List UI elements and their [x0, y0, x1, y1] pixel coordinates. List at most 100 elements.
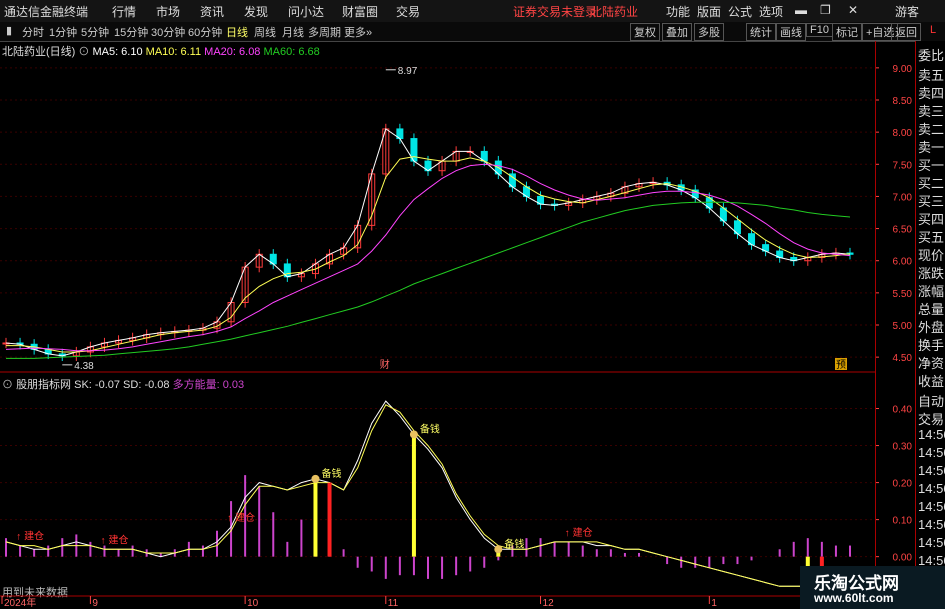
- candle-up: [621, 186, 629, 194]
- draw-line-button[interactable]: 画线: [776, 23, 806, 41]
- candle-up: [649, 181, 657, 185]
- sidebar-item-auto[interactable]: 自动: [918, 391, 944, 410]
- period-tab-more[interactable]: 更多»: [344, 24, 372, 40]
- sidebar-item-turnover[interactable]: 换手: [918, 335, 944, 354]
- candle-down: [410, 138, 418, 162]
- sidebar-item-netasset[interactable]: 净资: [918, 353, 944, 372]
- sidebar-item-trades[interactable]: 交易: [918, 409, 944, 428]
- watermark-url: www.60lt.com: [814, 591, 894, 605]
- period-tab-daily[interactable]: 日线: [226, 24, 248, 40]
- sub-tick-label: 0.20: [893, 479, 913, 490]
- tick-time-2: 14:56: [918, 445, 945, 460]
- f10-button[interactable]: F10: [806, 23, 833, 37]
- menu-item-discover[interactable]: 发现: [244, 3, 268, 20]
- sidebar-item-bid5[interactable]: 买五: [918, 227, 944, 246]
- toolbar-menu-icon[interactable]: ▮: [6, 24, 12, 37]
- overlay-button[interactable]: 叠加: [662, 23, 692, 41]
- period-tab-30min[interactable]: 30分钟: [151, 24, 185, 40]
- low-price-label: 4.38: [74, 361, 94, 372]
- menu-item-wealth[interactable]: 财富圈: [342, 3, 378, 20]
- menu-item-ask[interactable]: 问小达: [288, 3, 324, 20]
- candle-up: [804, 257, 812, 262]
- menu-item-options[interactable]: 选项: [759, 3, 783, 20]
- period-tab-monthly[interactable]: 月线: [282, 24, 304, 40]
- stock-title[interactable]: 北陆药业(日线): [2, 46, 75, 58]
- period-tab-weekly[interactable]: 周线: [254, 24, 276, 40]
- sidebar-item-bid3[interactable]: 买三: [918, 191, 944, 210]
- sidebar-item-ratio[interactable]: 委比: [918, 45, 944, 64]
- menu-bar: 通达信金融终端 行情 市场 资讯 发现 问小达 财富圈 交易 证券交易未登录 北…: [0, 0, 945, 23]
- price-tick-label: 4.50: [893, 353, 913, 364]
- candle-down: [44, 348, 52, 355]
- restore-icon[interactable]: ❐: [820, 3, 831, 17]
- sd-label: SD: -0.08: [123, 379, 170, 391]
- sidebar-item-bid4[interactable]: 买四: [918, 209, 944, 228]
- period-tab-15min[interactable]: 15分钟: [114, 24, 148, 40]
- sidebar-item-ask1[interactable]: 卖一: [918, 137, 944, 156]
- sidebar-item-outer[interactable]: 外盘: [918, 317, 944, 336]
- main-chart: 8.97 4.38 财 预: [0, 66, 875, 372]
- close-icon[interactable]: ✕: [848, 3, 858, 17]
- sub-tick-label: 0.00: [893, 553, 913, 564]
- candle-up: [297, 273, 305, 278]
- menu-item-functions[interactable]: 功能: [666, 3, 690, 20]
- buy-tag-text: 建仓: [573, 526, 593, 539]
- sidebar-item-pct[interactable]: 涨幅: [918, 281, 944, 300]
- period-tab-multi[interactable]: 多周期: [308, 24, 341, 40]
- price-tick-label: 8.50: [893, 96, 913, 107]
- sidebar-item-ask2[interactable]: 卖二: [918, 119, 944, 138]
- sidebar-item-change[interactable]: 涨跌: [918, 263, 944, 282]
- sidebar-item-bid1[interactable]: 买一: [918, 155, 944, 174]
- candle-up: [438, 160, 446, 172]
- settings-circle-icon[interactable]: ⊙: [78, 46, 89, 58]
- statistics-button[interactable]: 统计: [746, 23, 776, 41]
- candle-down: [269, 253, 277, 265]
- menu-item-layout[interactable]: 版面: [697, 3, 721, 20]
- menu-item-market[interactable]: 市场: [156, 3, 180, 20]
- candle-up: [818, 253, 826, 259]
- l-icon[interactable]: L: [930, 24, 936, 36]
- order-book-sidebar: 委比 卖五 卖四 卖三 卖二 卖一 买一 买二 买三 买四 买五 现价 涨跌 涨…: [915, 41, 945, 609]
- chart-canvas[interactable]: 8.974.38 财预 备钱备钱备钱↑ 建仓 ↑ 建仓↑ 建仓↑ 建仓 9.008.508.…: [0, 0, 945, 609]
- adjust-button[interactable]: 复权: [630, 23, 660, 41]
- finance-marker: 财: [380, 358, 390, 371]
- stock-link[interactable]: 北陆药业: [590, 3, 638, 20]
- menu-item-news[interactable]: 资讯: [200, 3, 224, 20]
- sidebar-item-bid2[interactable]: 买二: [918, 173, 944, 192]
- period-tab-intraday[interactable]: 分时: [22, 24, 44, 40]
- candle-up: [565, 202, 573, 206]
- menu-item-formula[interactable]: 公式: [728, 3, 752, 20]
- sidebar-item-price[interactable]: 现价: [918, 245, 944, 264]
- menu-item-trade[interactable]: 交易: [396, 3, 420, 20]
- minimize-icon[interactable]: ▬: [795, 3, 807, 17]
- candle-up: [241, 266, 249, 303]
- candle-down: [16, 342, 24, 345]
- period-tab-1min[interactable]: 1分钟: [49, 24, 77, 40]
- menu-item-quotes[interactable]: 行情: [112, 3, 136, 20]
- candle-down: [677, 184, 685, 191]
- sidebar-item-income[interactable]: 收益: [918, 371, 944, 390]
- main-chart-legend: 北陆药业(日线) ⊙ MA5: 6.10 MA10: 6.11 MA20: 6.…: [2, 43, 320, 59]
- candle-down: [748, 233, 756, 246]
- sidebar-item-ask4[interactable]: 卖四: [918, 83, 944, 102]
- multi-stock-button[interactable]: 多股: [694, 23, 724, 41]
- period-tab-60min[interactable]: 60分钟: [188, 24, 222, 40]
- candle-up: [143, 334, 151, 339]
- candle-up: [340, 247, 348, 255]
- sidebar-item-ask3[interactable]: 卖三: [918, 101, 944, 120]
- tick-time-3: 14:56: [918, 463, 945, 478]
- login-notice[interactable]: 证券交易未登录: [513, 3, 597, 20]
- settings-circle-icon[interactable]: ⊙: [2, 379, 13, 391]
- candle-up: [382, 128, 390, 175]
- guest-label[interactable]: 游客: [895, 3, 919, 20]
- sidebar-item-volume[interactable]: 总量: [918, 299, 944, 318]
- mark-button[interactable]: 标记: [832, 23, 862, 41]
- period-tab-5min[interactable]: 5分钟: [81, 24, 109, 40]
- sell-tag-text: 备钱: [504, 537, 524, 550]
- sub-tick-label: 0.30: [893, 442, 913, 453]
- indicator-name[interactable]: 股朋指标网: [16, 379, 71, 391]
- sidebar-item-ask5[interactable]: 卖五: [918, 65, 944, 84]
- ma20-label: MA20: 6.08: [204, 46, 261, 58]
- back-button[interactable]: 返回: [891, 23, 921, 41]
- candle-down: [58, 353, 66, 357]
